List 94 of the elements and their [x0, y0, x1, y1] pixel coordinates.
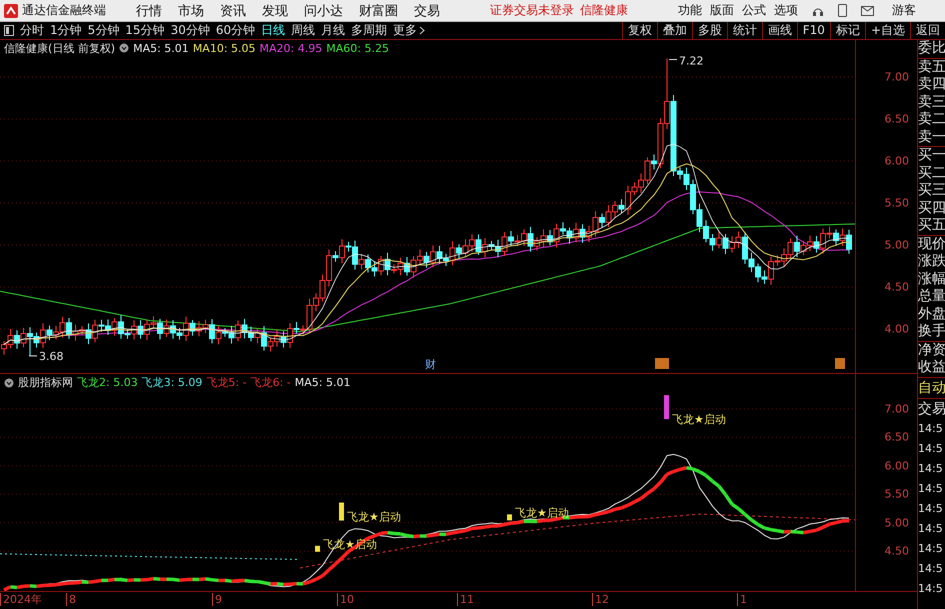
indicator-legend: 飞龙2: 5.03 — [77, 375, 138, 390]
low-price-label: 3.68 — [39, 350, 64, 363]
menu-item[interactable]: 功能 — [678, 2, 702, 19]
trade-time: 14:5 — [918, 540, 944, 556]
chart-title: 信隆健康(日线 前复权) — [4, 40, 116, 56]
period-tab[interactable]: 周线 — [291, 22, 316, 39]
signal-label: 飞龙★启动 — [347, 510, 401, 524]
toolbar-button[interactable]: 返回 — [910, 22, 945, 39]
quote-field-label: 买二 — [918, 164, 945, 182]
menu-item[interactable]: 市场 — [178, 2, 204, 20]
panel-tab[interactable]: 交易 — [918, 398, 945, 418]
y-axis-label: 4.50 — [884, 280, 909, 294]
quote-field-label: 卖三 — [918, 94, 945, 111]
x-axis-label: 11 — [457, 593, 474, 606]
period-tab[interactable]: 15分钟 — [125, 22, 165, 39]
y-axis-label: 6.00 — [884, 154, 909, 168]
menu-item[interactable]: 资讯 — [220, 2, 246, 20]
period-tab[interactable]: 日线 — [261, 22, 286, 39]
period-tab[interactable]: 分时 — [20, 22, 44, 39]
y-axis-label: 7.00 — [884, 402, 909, 416]
app-title: 通达信金融终端 — [22, 2, 106, 19]
toolbar-button[interactable]: 多股 — [692, 22, 727, 39]
signal-label: 飞龙★启动 — [672, 412, 726, 426]
x-axis-label: 1 — [737, 593, 747, 606]
toolbar-button[interactable]: 叠加 — [656, 22, 692, 39]
menu-item[interactable]: 版面 — [710, 2, 734, 19]
login-notice[interactable]: 证券交易未登录 — [490, 2, 574, 19]
period-tab[interactable]: 1分钟 — [50, 22, 82, 39]
quote-field-label: 买四 — [918, 200, 945, 217]
trade-time: 14:5 — [918, 460, 944, 476]
menu-item[interactable]: 财富圈 — [359, 2, 398, 20]
indicator-legend: 飞龙3: 5.09 — [142, 375, 202, 390]
trade-time: 14:5 — [918, 560, 944, 576]
y-axis-label: 5.50 — [884, 196, 909, 210]
quote-field-label: 委比 — [918, 40, 945, 58]
user-label[interactable]: 游客 — [892, 2, 916, 19]
event-marker: 财 — [425, 358, 436, 371]
trade-time: 14:5 — [918, 420, 944, 436]
high-price-label: 7.22 — [679, 56, 704, 68]
trade-time: 14:5 — [918, 580, 944, 596]
toolbar-button[interactable]: 画线 — [762, 22, 797, 39]
indicator-legend: MA5: 5.01 — [294, 376, 350, 390]
toolbar-button[interactable]: 复权 — [622, 22, 657, 39]
x-axis-label: 8 — [66, 593, 76, 606]
ma-legend: MA10: 5.05 — [192, 42, 256, 54]
menu-item[interactable]: 问小达 — [304, 2, 343, 20]
trade-time: 14:5 — [918, 480, 944, 496]
indicator-legend: 飞龙5: - — [206, 375, 247, 390]
x-axis-label: 2024年 — [0, 593, 42, 606]
y-axis-label: 6.50 — [884, 430, 909, 444]
indicator-legend: 飞龙6: - — [250, 375, 291, 390]
menu-item[interactable]: 公式 — [742, 2, 766, 19]
menu-item[interactable]: 发现 — [262, 2, 288, 20]
menu-item[interactable]: 选项 — [774, 2, 798, 19]
y-axis-label: 7.00 — [884, 70, 909, 84]
toolbar-button[interactable]: 标记 — [830, 22, 865, 39]
signal-label: 飞龙★启动 — [515, 506, 569, 520]
quote-field-label: 净资 — [918, 340, 945, 359]
panel-tab[interactable]: 自动 — [918, 376, 945, 398]
period-tab[interactable]: 月线 — [321, 22, 346, 39]
trade-time: 14:5 — [918, 520, 944, 536]
period-tab[interactable]: 更多 — [393, 22, 418, 39]
toolbar-button[interactable]: 统计 — [726, 22, 762, 39]
period-tab[interactable]: 60分钟 — [216, 22, 256, 39]
period-tab[interactable]: 5分钟 — [88, 22, 120, 39]
quote-field-label: 卖四 — [918, 76, 945, 94]
ma-legend: MA5: 5.01 — [133, 42, 189, 54]
quote-field-label: 卖一 — [918, 128, 945, 146]
x-axis-label: 10 — [337, 593, 354, 606]
trade-time: 14:5 — [918, 440, 944, 456]
y-axis-label: 6.50 — [884, 112, 909, 126]
y-axis-label: 5.50 — [884, 488, 909, 501]
quote-field-label: 涨幅 — [918, 270, 945, 288]
period-tab[interactable]: 30分钟 — [170, 22, 210, 39]
quote-field-label: 买三 — [918, 182, 945, 200]
toolbar-button[interactable]: +自选 — [864, 22, 910, 39]
indicator-title: 股朋指标网 — [18, 375, 73, 390]
period-tab[interactable]: 多周期 — [351, 22, 388, 39]
toolbar-button[interactable]: F10 — [796, 22, 830, 39]
quote-field-label: 卖二 — [918, 111, 945, 128]
y-axis-label: 4.50 — [884, 544, 909, 558]
quote-field-label: 买一 — [918, 146, 945, 164]
trade-time: 14:5 — [918, 500, 944, 516]
y-axis-label: 6.00 — [884, 459, 909, 472]
menu-item[interactable]: 交易 — [414, 2, 440, 20]
y-axis-label: 5.00 — [884, 516, 909, 530]
stock-name: 信隆健康 — [580, 2, 628, 19]
y-axis-label: 5.00 — [884, 238, 909, 252]
x-axis-label: 9 — [212, 593, 222, 606]
ma-legend: MA20: 4.95 — [260, 42, 322, 54]
y-axis-label: 4.00 — [884, 322, 909, 336]
x-axis-label: 12 — [592, 593, 609, 606]
menu-item[interactable]: 行情 — [136, 2, 162, 20]
ma-legend: MA60: 5.25 — [326, 42, 389, 54]
